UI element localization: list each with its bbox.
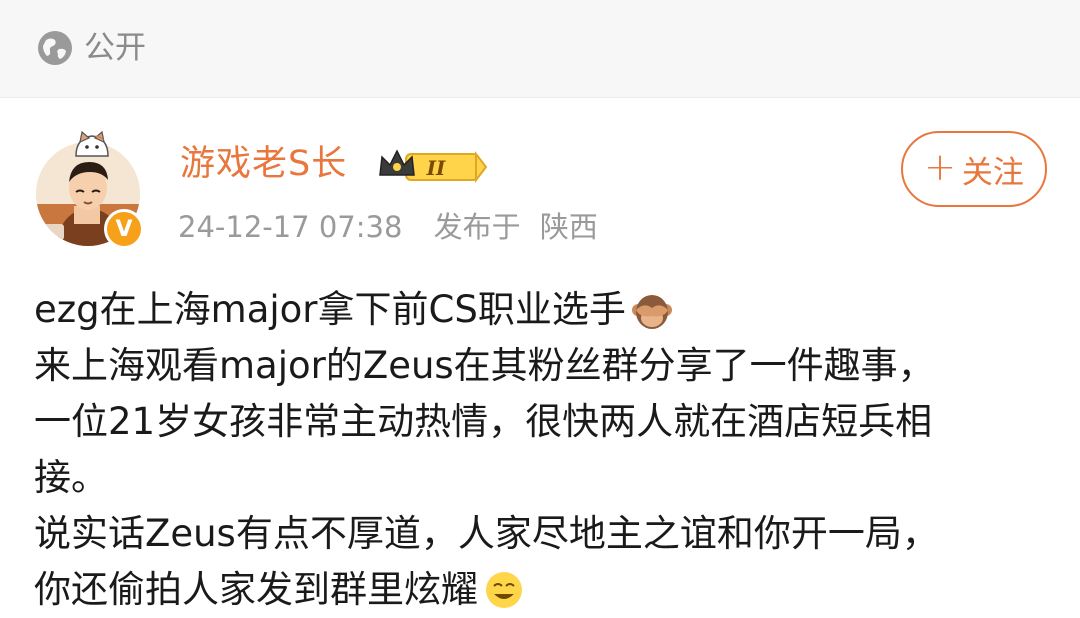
post-line-text: 说实话Zeus有点不厚道，人家尽地主之谊和你开一局， [34, 512, 939, 555]
post-line: ezg在上海major拿下前CS职业选手 [34, 282, 1044, 338]
author-name[interactable]: 游戏老S长 [180, 140, 347, 188]
follow-button[interactable]: + 关注 [901, 131, 1047, 207]
cat-icon [75, 130, 109, 157]
post-content: ezg在上海major拿下前CS职业选手 来上海观看major的Zeus在其粉丝… [34, 282, 1044, 618]
member-level-label: II [426, 156, 446, 180]
plus-icon: + [924, 145, 956, 189]
post-line: 说实话Zeus有点不厚道，人家尽地主之谊和你开一局， [34, 506, 1044, 562]
post-line-text: ezg在上海major拿下前CS职业选手 [34, 288, 626, 331]
post-source-label: 发布于 [433, 210, 521, 244]
laughing-emoji-icon [486, 572, 522, 608]
visibility-bar: 公开 [0, 0, 1080, 98]
post-line-text: 接。 [34, 456, 108, 499]
post-location: 陕西 [539, 210, 598, 244]
post-line-text: 你还偷拍人家发到群里炫耀 [34, 568, 478, 611]
post-line: 你还偷拍人家发到群里炫耀 [34, 562, 1044, 618]
visibility-label: 公开 [84, 30, 146, 66]
post-line-text: 来上海观看major的Zeus在其粉丝群分享了一件趣事， [34, 344, 935, 387]
post-timestamp: 24-12-17 07:38 [178, 210, 403, 244]
follow-button-label: 关注 [961, 154, 1024, 191]
post-line: 一位21岁女孩非常主动热情，很快两人就在酒店短兵相 [34, 394, 1044, 450]
crown-badge-icon: II [379, 149, 488, 183]
author-avatar[interactable]: V [36, 128, 146, 249]
globe-icon [38, 31, 72, 65]
post-line-text: 一位21岁女孩非常主动热情，很快两人就在酒店短兵相 [34, 400, 933, 443]
visibility-indicator[interactable]: 公开 [36, 28, 146, 68]
verified-badge: V [104, 209, 144, 249]
see-no-evil-monkey-icon [631, 295, 672, 329]
post-line: 来上海观看major的Zeus在其粉丝群分享了一件趣事， [34, 338, 1044, 394]
post-meta: 24-12-17 07:38 发布于 陕西 [178, 207, 598, 247]
post-line: 接。 [34, 450, 1044, 506]
